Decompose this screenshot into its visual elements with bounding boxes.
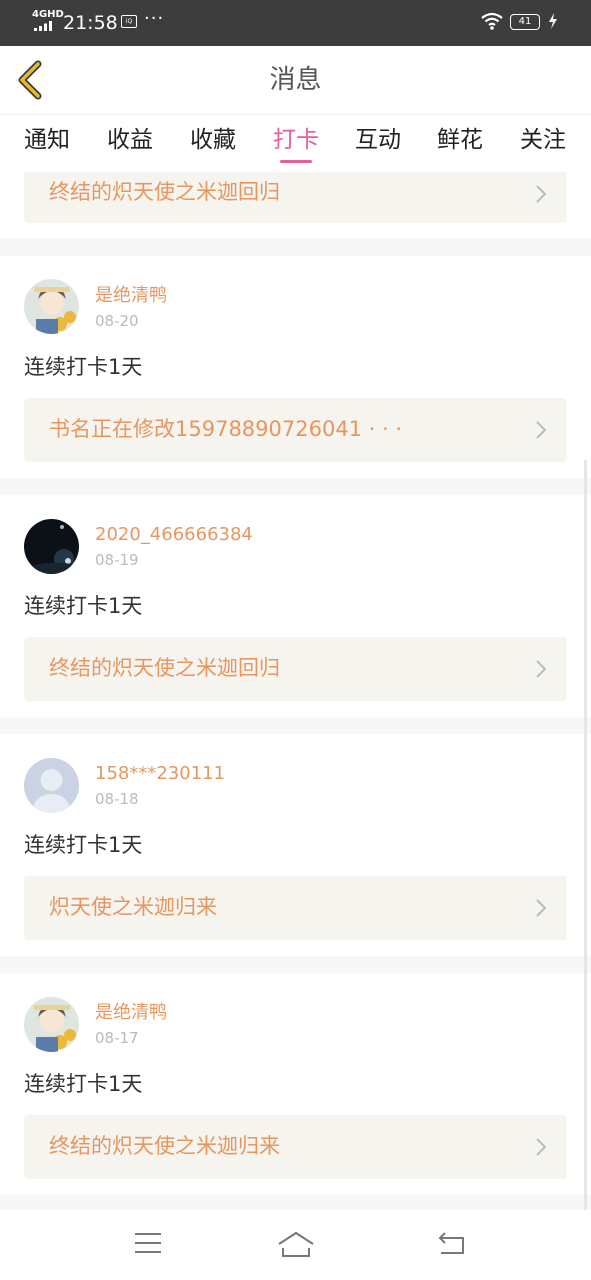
chevron-right-icon [536,660,547,678]
list-item: 是绝清鸭 08-17 连续打卡1天 终结的炽天使之米迦归来 [0,973,591,1195]
book-title: 终结的炽天使之米迦回归 [49,656,280,680]
tab-notify[interactable]: 通知 [17,125,77,155]
book-link[interactable]: 书名正在修改15978890726041 · · · [24,398,567,462]
header: 消息 [0,46,591,115]
tab-checkin[interactable]: 打卡 [266,125,326,155]
tab-income[interactable]: 收益 [100,125,160,155]
signal-icon [34,21,52,31]
anime-avatar-icon [24,279,79,334]
username[interactable]: 2020_466666384 [95,524,253,546]
chevron-right-icon [536,1138,547,1156]
checkin-text: 连续打卡1天 [24,355,143,379]
chevron-right-icon [536,899,547,917]
night-sky-avatar-icon [24,519,79,574]
home-icon[interactable] [277,1230,315,1258]
date: 08-17 [95,1029,139,1047]
menu-icon[interactable] [134,1230,162,1256]
username[interactable]: 158***230111 [95,763,225,785]
date: 08-20 [95,312,139,330]
book-title: 炽天使之米迦归来 [49,895,217,919]
list-item: 2020_466666384 08-19 连续打卡1天 终结的炽天使之米迦回归 [0,495,591,717]
book-link[interactable]: 终结的炽天使之米迦回归 [24,637,567,701]
book-title: 终结的炽天使之米迦回归 [49,180,280,204]
charging-icon [549,13,557,29]
tab-interaction[interactable]: 互动 [348,125,408,155]
status-bar: 4GHD 21:58 iQ ··· 41 [0,0,591,46]
chevron-right-icon [536,421,547,439]
avatar[interactable] [24,519,79,574]
book-link[interactable]: 炽天使之米迦归来 [24,876,567,940]
tab-bar: 通知 收益 收藏 打卡 互动 鲜花 关注 [0,115,591,172]
back-nav-icon[interactable] [437,1230,467,1256]
default-user-avatar-icon [24,758,79,813]
network-type: 4GHD [32,9,64,20]
clock: 21:58 [63,12,118,34]
active-tab-indicator [280,160,312,163]
book-title: 书名正在修改15978890726041 · · · [49,417,403,441]
avatar[interactable] [24,758,79,813]
list-item: 158***230111 08-18 连续打卡1天 炽天使之米迦归来 [0,734,591,956]
list-item-partial: 终结的炽天使之米迦回归 [0,172,591,238]
book-link[interactable]: 终结的炽天使之米迦回归 [24,172,567,223]
anime-avatar-icon [24,997,79,1052]
avatar[interactable] [24,279,79,334]
date: 08-18 [95,790,139,808]
tab-favorites[interactable]: 收藏 [183,125,243,155]
battery-icon: 41 [510,14,540,30]
book-link[interactable]: 终结的炽天使之米迦归来 [24,1115,567,1179]
tab-flowers[interactable]: 鲜花 [430,125,490,155]
scrollbar[interactable] [584,460,587,1210]
checkin-text: 连续打卡1天 [24,594,143,618]
date: 08-19 [95,551,139,569]
tab-follow[interactable]: 关注 [513,125,573,155]
list-item: 是绝清鸭 08-20 连续打卡1天 书名正在修改15978890726041 ·… [0,256,591,478]
chevron-right-icon [536,185,547,203]
username[interactable]: 是绝清鸭 [95,1002,167,1024]
checkin-text: 连续打卡1天 [24,1072,143,1096]
avatar[interactable] [24,997,79,1052]
system-nav-bar [0,1210,591,1280]
page-title: 消息 [269,65,322,95]
book-title: 终结的炽天使之米迦归来 [49,1134,280,1158]
more-notifications-icon: ··· [144,8,165,29]
wifi-icon [481,12,503,30]
username[interactable]: 是绝清鸭 [95,285,167,307]
iqiyi-icon: iQ [121,15,137,28]
checkin-text: 连续打卡1天 [24,833,143,857]
